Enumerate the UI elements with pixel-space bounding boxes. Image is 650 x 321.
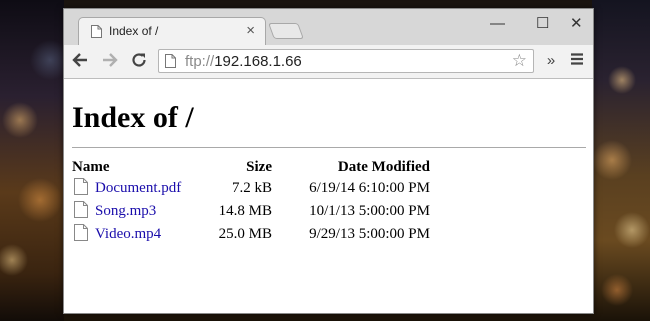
file-link[interactable]: Document.pdf	[95, 180, 181, 196]
new-tab-button[interactable]	[268, 23, 304, 39]
table-row: Song.mp3 14.8 MB 10/1/13 5:00:00 PM	[72, 200, 430, 223]
table-header-row: Name Size Date Modified	[72, 158, 430, 177]
file-name-cell: Song.mp3	[72, 200, 196, 223]
back-arrow-icon[interactable]	[70, 51, 90, 71]
forward-arrow-icon[interactable]	[100, 51, 120, 71]
file-name-cell: Video.mp4	[72, 223, 196, 246]
tab-title: Index of /	[109, 24, 159, 38]
file-listing-table: Name Size Date Modified Document.pdf 7.2…	[72, 158, 430, 246]
file-link[interactable]: Song.mp3	[95, 203, 156, 219]
file-date-cell: 6/19/14 6:10:00 PM	[309, 180, 430, 196]
tab-close-icon[interactable]: ×	[246, 22, 255, 40]
page-title: Index of /	[72, 101, 194, 134]
page-icon	[91, 25, 102, 43]
column-header-size[interactable]: Size	[196, 158, 272, 177]
file-date-cell: 10/1/13 5:00:00 PM	[309, 203, 430, 219]
page-icon	[165, 54, 176, 73]
maximize-icon[interactable]: ☐	[536, 15, 549, 33]
file-link[interactable]: Video.mp4	[95, 226, 161, 242]
file-size-cell: 25.0 MB	[218, 226, 272, 242]
file-size-cell: 7.2 kB	[231, 180, 272, 196]
divider	[72, 147, 586, 148]
page-content: Index of / Name Size Date Modified Docum…	[64, 79, 593, 313]
browser-window: Index of / × — ☐ ✕ ftp://192.168.1.66 ☆ …	[63, 8, 594, 314]
file-icon	[74, 223, 88, 246]
file-name-cell: Document.pdf	[72, 177, 196, 200]
file-icon	[74, 177, 88, 200]
column-header-date[interactable]: Date Modified	[272, 158, 430, 177]
minimize-icon[interactable]: —	[490, 15, 505, 33]
file-size-cell: 14.8 MB	[218, 203, 272, 219]
table-row: Document.pdf 7.2 kB 6/19/14 6:10:00 PM	[72, 177, 430, 200]
url-text[interactable]: ftp://192.168.1.66	[185, 53, 302, 70]
title-bar: Index of / × — ☐ ✕	[64, 9, 593, 45]
star-icon[interactable]: ☆	[512, 51, 527, 71]
toolbar: ftp://192.168.1.66 ☆ »	[64, 45, 593, 79]
tab-index[interactable]: Index of / ×	[78, 17, 266, 45]
url-scheme: ftp://	[185, 53, 215, 70]
close-icon[interactable]: ✕	[570, 15, 583, 33]
hamburger-menu-icon[interactable]	[567, 51, 587, 71]
desktop-wallpaper-left	[0, 0, 64, 321]
address-bar[interactable]: ftp://192.168.1.66 ☆	[158, 49, 534, 73]
overflow-chevron-icon[interactable]: »	[541, 51, 561, 71]
reload-icon[interactable]	[129, 51, 149, 71]
table-row: Video.mp4 25.0 MB 9/29/13 5:00:00 PM	[72, 223, 430, 246]
column-header-name[interactable]: Name	[72, 158, 196, 177]
url-host: 192.168.1.66	[214, 53, 302, 70]
file-icon	[74, 200, 88, 223]
file-date-cell: 9/29/13 5:00:00 PM	[309, 226, 430, 242]
desktop-wallpaper-right	[592, 0, 650, 321]
